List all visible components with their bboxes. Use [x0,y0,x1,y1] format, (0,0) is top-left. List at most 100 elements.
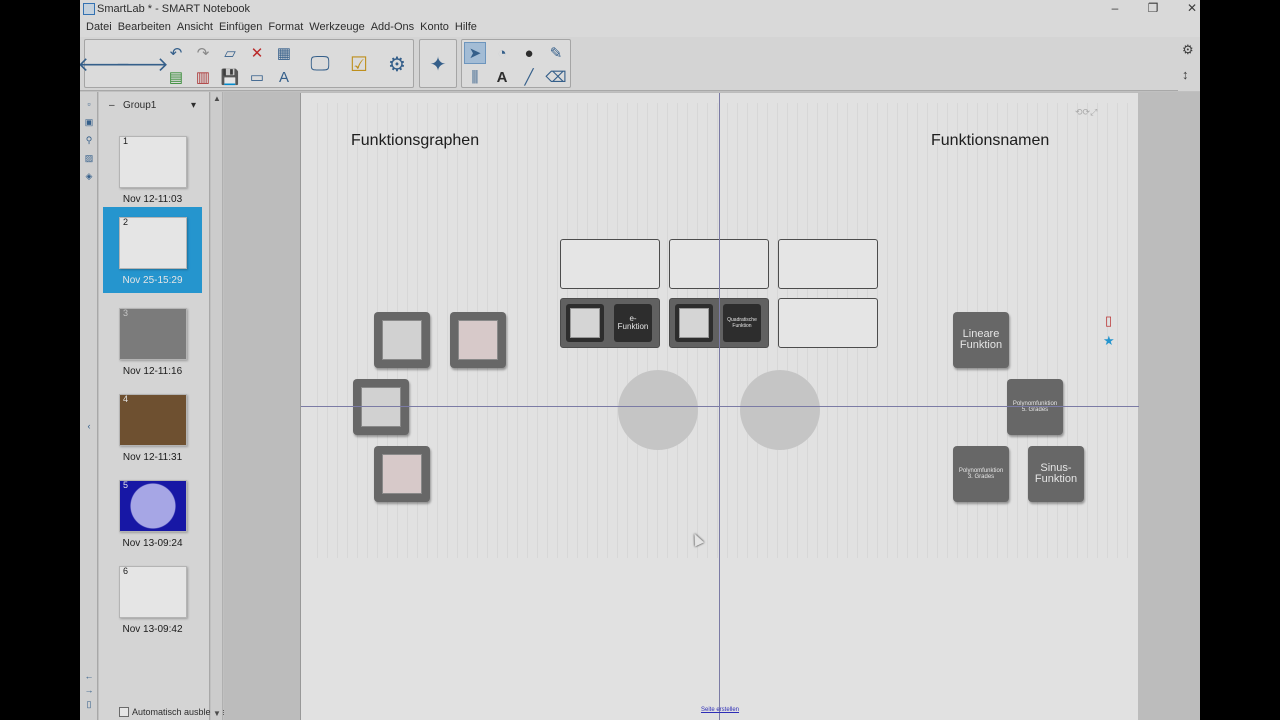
linear-graph-icon [382,320,422,360]
redo-icon[interactable]: ↷ [192,42,214,64]
drop-slot[interactable] [778,298,878,348]
delete-page-icon[interactable]: ▥ [192,66,214,88]
name-tile[interactable]: e- Funktion [614,304,652,342]
select-icon[interactable]: ➤ [464,42,486,64]
name-card-sinus[interactable]: Sinus- Funktion [1028,446,1084,502]
name-tile[interactable]: Quadratische Funktion [723,304,761,342]
menu-ansicht[interactable]: Ansicht [174,19,216,37]
menu-add-ons[interactable]: Add-Ons [368,19,417,37]
app-icon [83,3,95,15]
menu-format[interactable]: Format [265,19,306,37]
display-icon[interactable]: 🖵 [303,47,337,81]
pen-icon[interactable]: ✎ [545,42,567,64]
eraser-icon[interactable]: ⌫ [545,66,567,88]
drop-slot[interactable] [778,239,878,289]
settings-gear-icon[interactable]: ⚙ [1182,42,1194,58]
page-date: Nov 12-11:16 [122,366,183,377]
menu-konto[interactable]: Konto [417,19,452,37]
restore-icon[interactable]: ❐ [1138,1,1168,15]
page-added-link[interactable]: Seite erstellen [301,707,1139,713]
group-dropdown-icon[interactable]: ▾ [191,100,196,111]
phone-icon[interactable]: ▯ [1105,313,1112,329]
undo-icon[interactable]: ↶ [165,42,187,64]
poly-graph-icon [458,320,498,360]
name-card-linear[interactable]: Lineare Funktion [953,312,1009,368]
text-format-icon[interactable]: A [273,66,295,88]
page-sorter-tab-icon[interactable]: ▫ [83,98,95,110]
circle-shape[interactable] [740,370,820,450]
page-number: 6 [123,566,129,576]
sidebar-left-arrow-icon[interactable]: ← [83,670,95,682]
group-header[interactable]: – Group1 ▾ [99,100,210,116]
drop-slot[interactable] [560,239,660,289]
page-thumbnail-4[interactable]: 4 Nov 12-11:31 [103,384,202,470]
scroll-down-icon[interactable]: ▼ [213,709,221,718]
star-icon[interactable]: ★ [1103,333,1115,349]
graph-card-poly[interactable] [450,312,506,368]
graph-tile[interactable] [566,304,604,342]
page-thumbnail-6[interactable]: 6 Nov 13-09:42 [103,556,202,642]
menu-einfuegen[interactable]: Einfügen [216,19,265,37]
fill-icon[interactable]: ● [518,42,540,64]
parabola-graph-icon [679,308,709,338]
page-date: Nov 12-11:03 [122,194,183,205]
page-date: Nov 13-09:24 [122,538,183,549]
shapes-icon[interactable]: ◔ [491,42,513,64]
puzzle-icon[interactable]: ✦ [421,47,455,81]
group-collapse-icon[interactable]: – [109,100,115,111]
page-thumbnail-2[interactable]: 2 Nov 25-15:29 [103,207,202,293]
delete-icon[interactable]: ✕ [246,42,268,64]
page-number: 4 [123,394,129,404]
move-toolbar-icon[interactable]: ↕ [1182,67,1189,82]
graph-tile[interactable] [675,304,713,342]
graph-card-cubic[interactable] [353,379,409,435]
lab-icon[interactable]: ⚙ [380,47,414,81]
main-toolbar: 🡐 🡒 ↶ ↷ ▱ ✕ ▦ ▤ ▥ 💾 ▭ A 🖵 ☑ ⚙ ✦ ➤ ◔ ● ✎ … [80,37,1200,91]
table-icon[interactable]: ▦ [273,42,295,64]
save-icon[interactable]: 💾 [219,66,241,88]
page-thumbnail-3[interactable]: 3 Nov 12-11:16 [103,298,202,384]
forward-arrow-icon[interactable]: 🡒 [115,47,169,81]
text-icon[interactable]: A [491,66,513,88]
page-corner-tools-icon[interactable]: ⟲⟳⤢ [1075,107,1097,118]
sorter-scrollbar[interactable]: ▲ ▼ [211,92,223,720]
menu-hilfe[interactable]: Hilfe [452,19,480,37]
page-thumbnail-image [119,480,187,532]
smart-notebook-window: SmartLab * - SMART Notebook – ❐ ✕ Datei … [80,0,1200,720]
menu-datei[interactable]: Datei [83,19,115,37]
page-thumbnail-1[interactable]: 1 Nov 12-11:03 [103,126,202,212]
sidebar-right-arrow-icon[interactable]: → [83,684,95,696]
menu-bearbeiten[interactable]: Bearbeiten [115,19,174,37]
circle-shape[interactable] [618,370,698,450]
addons-tab-icon[interactable]: ◈ [83,170,95,182]
notebook-page[interactable]: Funktionsgraphen Funktionsnamen e- Funkt… [300,93,1139,720]
menu-werkzeuge[interactable]: Werkzeuge [306,19,367,37]
name-card-poly5[interactable]: Polynomfunktion 5. Grades [1007,379,1063,435]
page-number: 3 [123,308,129,318]
page-thumbnail-5[interactable]: 5 Nov 13-09:24 [103,470,202,556]
graph-card-sine[interactable] [374,446,430,502]
autohide-option[interactable]: Automatisch ausblende [99,705,229,719]
page-number: 2 [123,217,129,227]
add-page-icon[interactable]: ▤ [165,66,187,88]
open-icon[interactable]: ▱ [219,42,241,64]
response-icon[interactable]: ☑ [342,47,376,81]
minimize-icon[interactable]: – [1100,1,1130,15]
screen-shade-icon[interactable]: ▭ [246,66,268,88]
graph-card-linear[interactable] [374,312,430,368]
collapse-icon[interactable]: ‹ [83,420,95,432]
autohide-checkbox[interactable] [119,707,129,717]
close-icon[interactable]: ✕ [1177,1,1200,15]
sidebar-doc-icon[interactable]: ▯ [83,698,95,710]
attachments-tab-icon[interactable]: ⚲ [83,134,95,146]
scroll-up-icon[interactable]: ▲ [213,94,221,103]
left-heading: Funktionsgraphen [351,132,480,149]
line-icon[interactable]: ╱ [518,66,540,88]
measure-icon[interactable]: ⫼ [464,66,486,88]
gallery-tab-icon[interactable]: ▣ [83,116,95,128]
page-thumbnail-image [119,566,187,618]
properties-tab-icon[interactable]: ▨ [83,152,95,164]
drop-slot-filled[interactable]: e- Funktion [560,298,660,348]
name-card-poly3[interactable]: Polynomfunktion 3. Grades [953,446,1009,502]
title-bar: SmartLab * - SMART Notebook – ❐ ✕ [80,0,1200,19]
